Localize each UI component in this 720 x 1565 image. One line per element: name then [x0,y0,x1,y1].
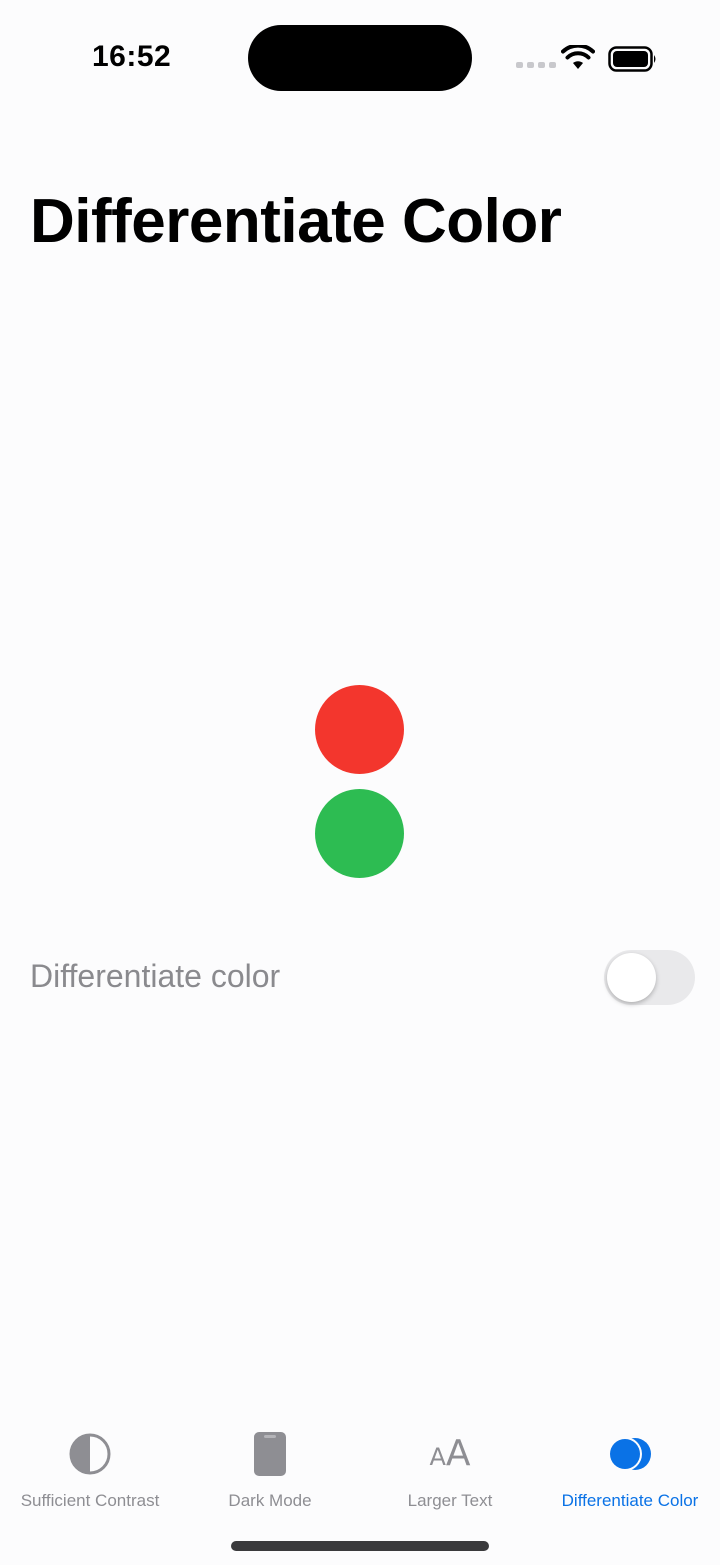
wifi-icon [561,45,595,69]
differentiate-color-switch[interactable] [604,950,695,1005]
tab-label: Dark Mode [228,1491,312,1510]
red-indicator-dot [315,685,404,774]
battery-icon [608,46,656,72]
status-bar: 16:52 [0,0,720,120]
page-title: Differentiate Color [30,187,562,256]
circle-half-icon [69,1433,111,1475]
home-indicator[interactable] [231,1541,489,1551]
phone-icon [254,1432,286,1476]
overlapping-circles-icon [608,1437,651,1471]
status-time: 16:52 [92,40,172,73]
tab-label: Sufficient Contrast [20,1491,160,1510]
dynamic-island [248,25,472,91]
differentiate-color-label: Differentiate color [30,958,281,994]
tab-differentiate-color[interactable]: Differentiate Color [540,1420,720,1565]
differentiate-color-row: Differentiate color [30,950,695,1006]
tab-sufficient-contrast[interactable]: Sufficient Contrast [0,1420,180,1565]
tab-label: Differentiate Color [561,1491,699,1510]
tab-label: Larger Text [407,1491,493,1510]
green-indicator-dot [315,789,404,878]
cellular-signal-icon [516,62,556,68]
text-size-icon: AA [429,1433,471,1474]
switch-knob [607,953,656,1002]
